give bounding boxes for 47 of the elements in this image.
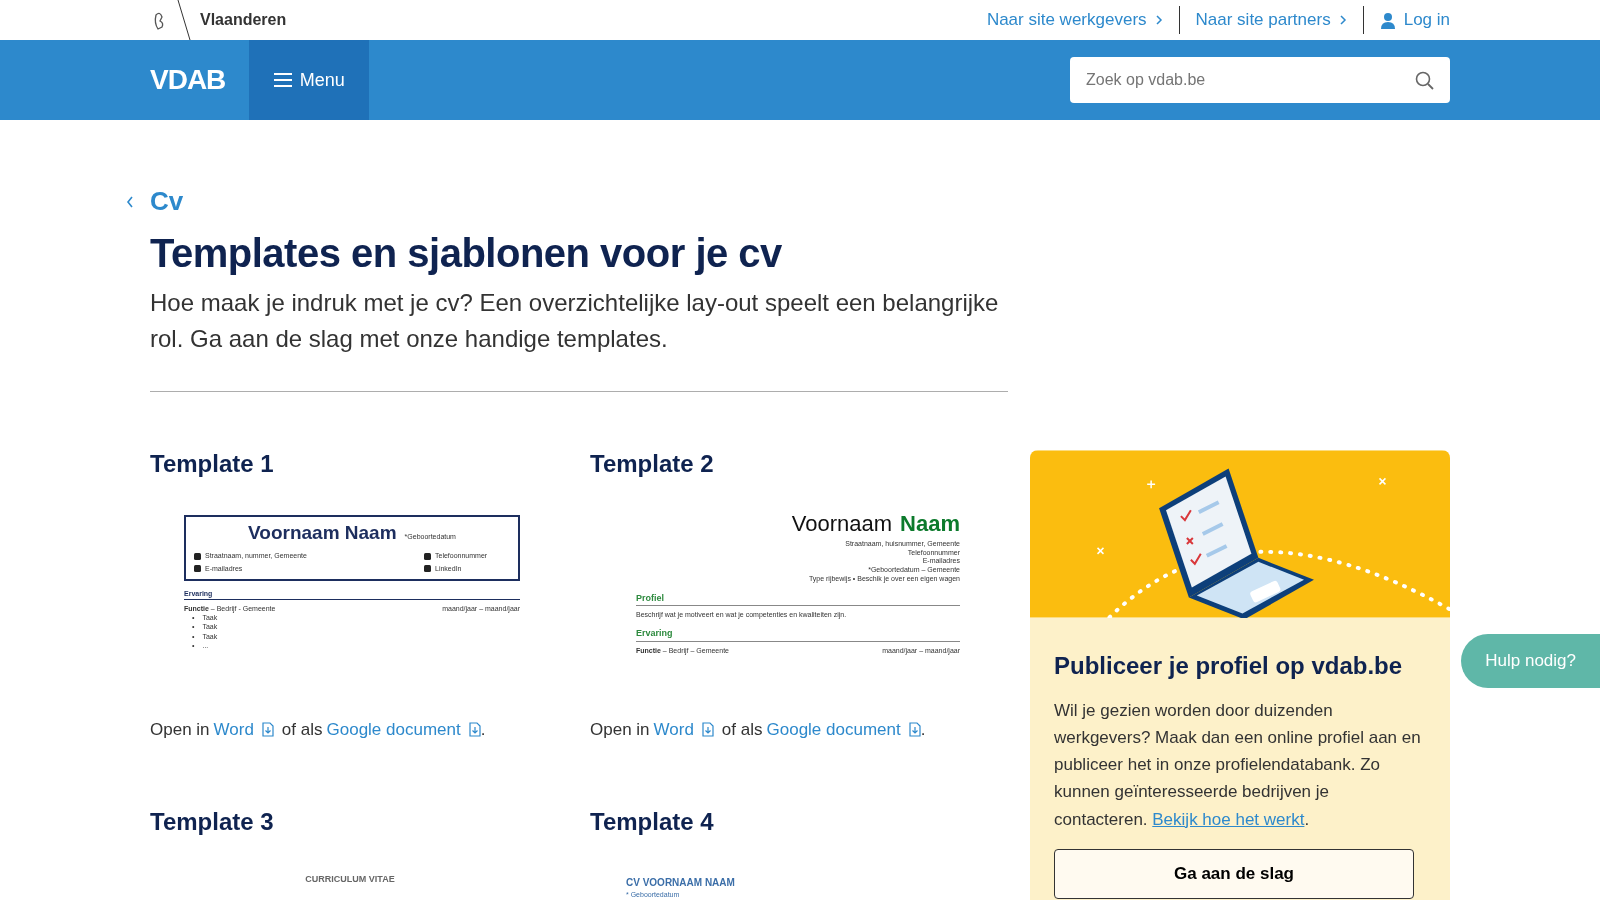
site-link[interactable]: Naar site partners — [1195, 7, 1347, 33]
promo-text: Wil je gezien worden door duizenden werkgevers? Maak dan een online profiel aan en publiceer het in onze profielendatabank. Zo kunnen geïnteresseerde bedrijven je contacteren. Bekijk hoe het werkt. — [1054, 699, 1422, 831]
google-download-link[interactable]: Google document — [766, 716, 921, 743]
search-field[interactable]: Zoek op vdab.be — [1070, 57, 1450, 103]
breadcrumb-link[interactable]: Cv — [150, 182, 184, 221]
slash-icon — [176, 0, 192, 40]
help-button[interactable]: Hulp nodig? — [1461, 634, 1600, 688]
section-heading: Ervaring — [636, 627, 960, 642]
brand-name: Vlaanderen — [200, 10, 287, 30]
chevron-left-icon — [126, 195, 134, 208]
document-heading: CURRICULUM VITAE — [304, 873, 396, 887]
start-button[interactable]: Ga aan de slag — [1054, 848, 1414, 899]
promo-title: Publiceer je profiel op vdab.be — [1054, 652, 1404, 681]
chevron-right-icon — [1154, 14, 1163, 26]
template-title: Template 4 — [590, 808, 715, 838]
search-icon — [1415, 71, 1434, 90]
intro-text: Hoe maak je indruk met je cv? Een overzichtelijke lay-out speelt een belangrijke rol. Ga aan de slag met onze handige templates. — [150, 288, 1000, 354]
link-label: . — [920, 718, 926, 741]
link-label: Open in — [590, 718, 650, 741]
chevron-right-icon — [1338, 14, 1347, 26]
menu-icon — [273, 72, 292, 88]
link-label: of als — [721, 718, 763, 741]
how-it-works-link[interactable]: Bekijk hoe het werkt — [1152, 809, 1305, 829]
page-title: Templates en sjablonen voor je cv — [150, 230, 783, 277]
site-link[interactable]: Naar site werkgevers — [986, 7, 1163, 33]
template-title: Template 2 — [590, 450, 715, 479]
cv-name: Voornaam — [791, 509, 893, 538]
link-label: of als — [281, 718, 323, 741]
section-heading: Profiel — [636, 591, 960, 607]
cv-name: Naam — [900, 509, 960, 538]
cv-name: Voornaam Naam — [248, 520, 397, 545]
link-label: Open in — [150, 718, 210, 741]
file-download-icon — [468, 722, 481, 738]
document-heading: CV VOORNAAM NAAM — [626, 876, 736, 891]
login-link[interactable]: Log in — [1379, 7, 1450, 33]
logo[interactable]: VDAB — [150, 59, 226, 101]
word-download-link[interactable]: Word — [213, 716, 274, 743]
link-label: . — [480, 718, 486, 741]
menu-button[interactable]: Menu — [249, 40, 370, 120]
google-download-link[interactable]: Google document — [326, 716, 481, 743]
word-download-link[interactable]: Word — [653, 716, 714, 743]
user-icon — [1379, 11, 1396, 29]
template-title: Template 3 — [150, 808, 275, 838]
file-download-icon — [261, 722, 274, 738]
template-title: Template 1 — [150, 450, 275, 479]
file-download-icon — [701, 722, 714, 738]
file-download-icon — [908, 722, 921, 738]
